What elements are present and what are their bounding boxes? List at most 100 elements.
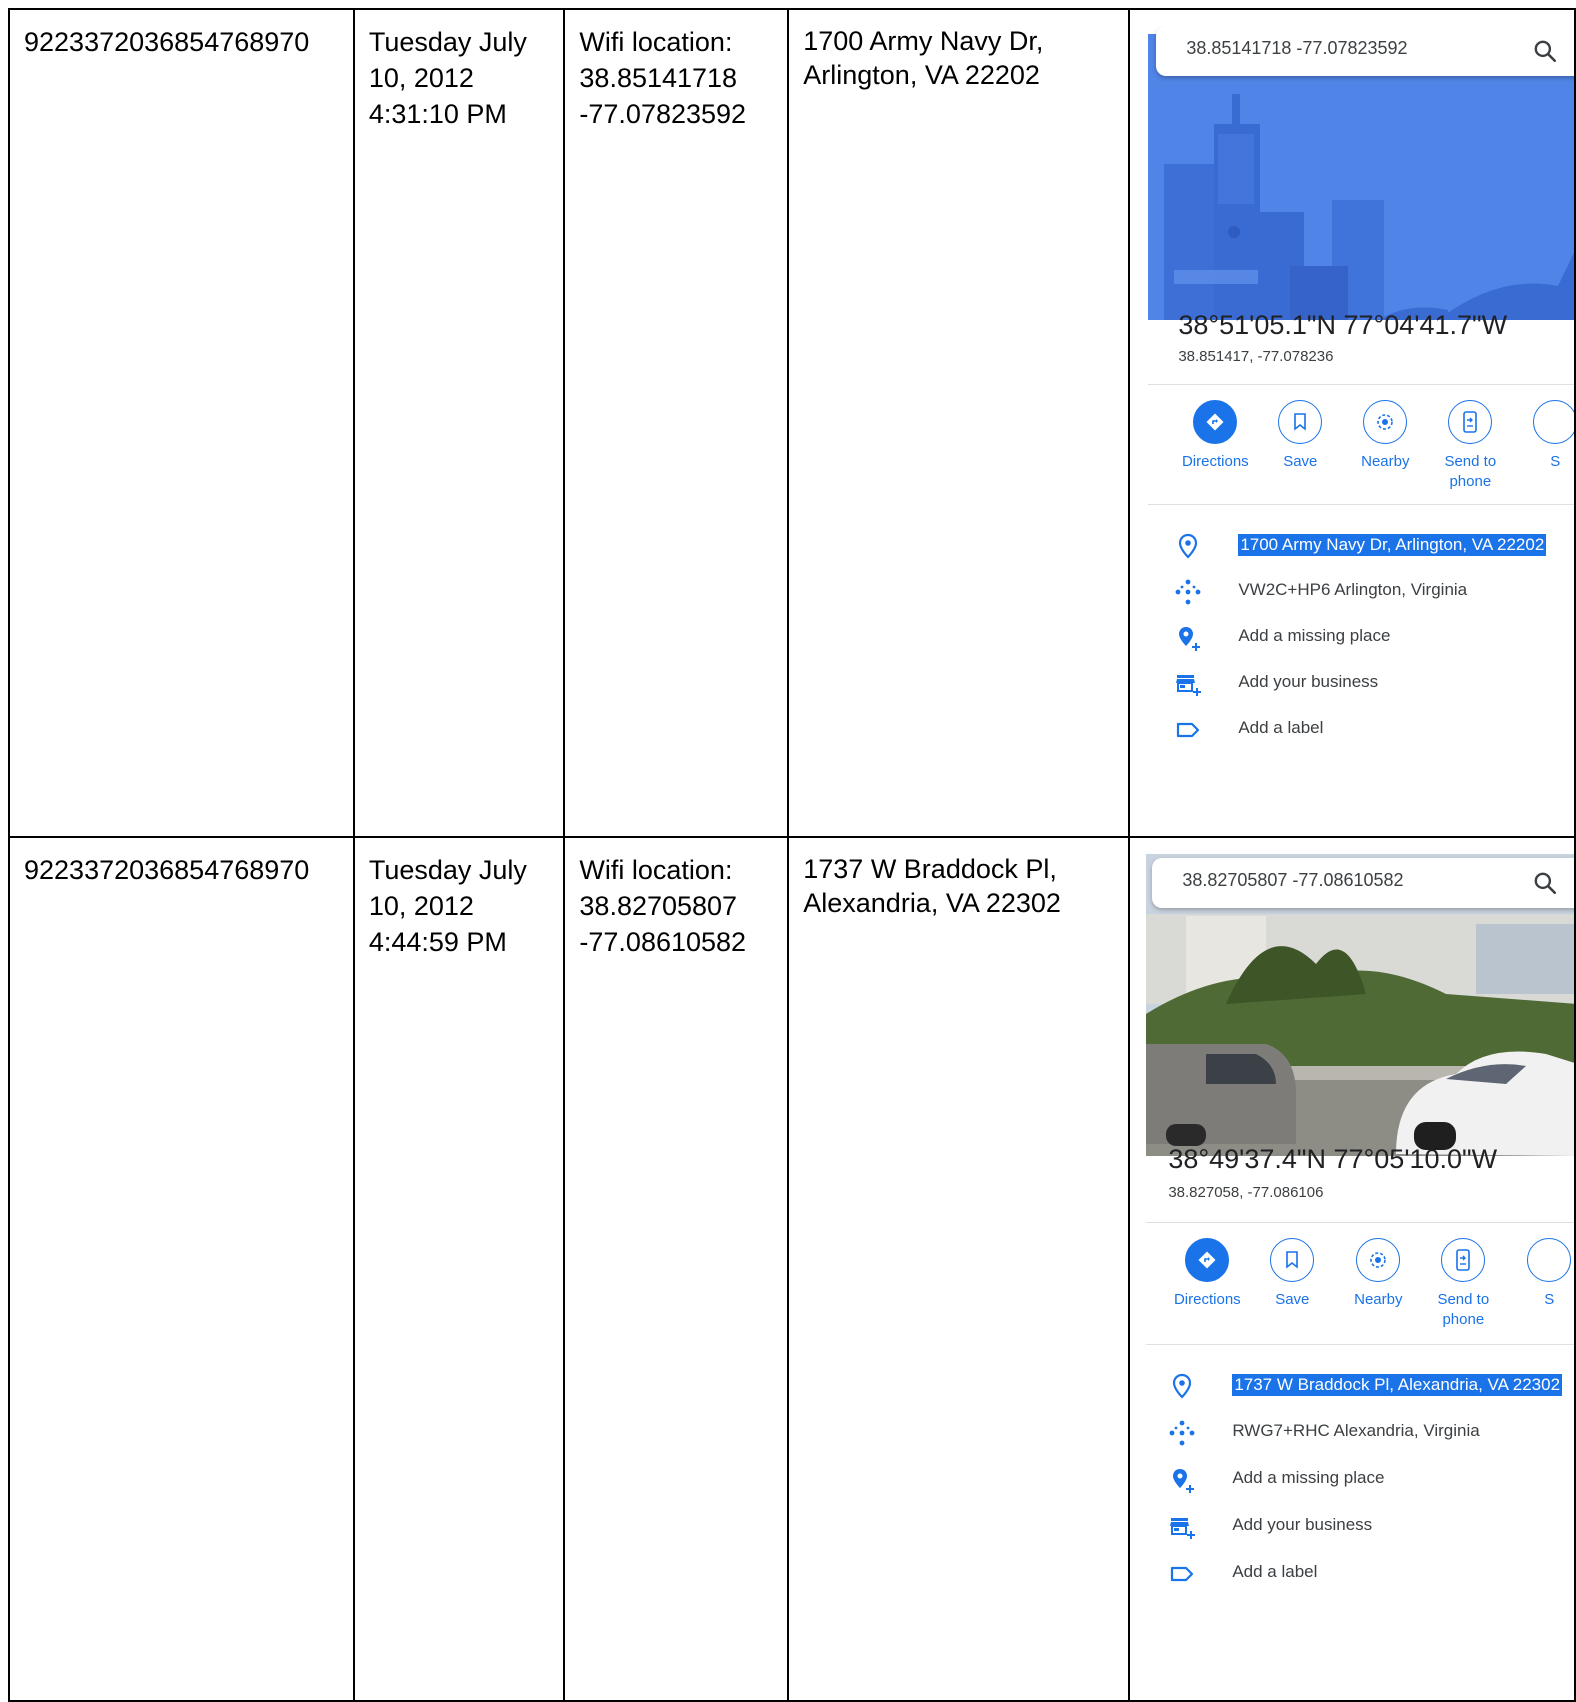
- add-label-text: Add a label: [1232, 1562, 1318, 1581]
- send-to-phone-button[interactable]: Send to phone: [1418, 1238, 1508, 1330]
- directions-button[interactable]: Directions: [1170, 400, 1260, 472]
- send-to-phone-icon[interactable]: [1448, 400, 1493, 444]
- add-business-text: Add your business: [1232, 1515, 1373, 1534]
- address-cell: 1737 W Braddock Pl, Alexandria, VA 22302: [787, 836, 1131, 1702]
- address-line: Arlington, VA 22202: [803, 60, 1040, 90]
- list-item[interactable]: Add a label: [1146, 1554, 1573, 1594]
- directions-label: Directions: [1173, 1291, 1241, 1308]
- address-line: 1737 W Braddock Pl,: [803, 854, 1057, 884]
- maps-panel: 38.85141718 -77.07823592 38°51'05.1"N 77…: [1148, 26, 1574, 816]
- add-place-icon: [1173, 1469, 1195, 1493]
- coordinates-decimal: 38.827058, -77.086106: [1168, 1184, 1324, 1201]
- plus-code-icon: [1175, 579, 1201, 605]
- wifi-cell: Wifi location: 38.82705807 -77.08610582: [563, 836, 790, 1702]
- list-item[interactable]: 1700 Army Navy Dr, Arlington, VA 22202: [1148, 526, 1573, 566]
- action-bar: Directions Save Nearby Send to phone S: [1148, 400, 1574, 510]
- label-icon: [1171, 1566, 1194, 1582]
- divider: [1146, 1344, 1574, 1345]
- send-to-phone-label: Send to phone: [1437, 1291, 1490, 1328]
- date-line: Tuesday July: [368, 27, 527, 57]
- bookmark-icon[interactable]: [1270, 1238, 1315, 1282]
- map-cell: 38.85141718 -77.07823592 38°51'05.1"N 77…: [1128, 8, 1576, 838]
- map-cell: 38.82705807 -77.08610582 38°49'37.4"N 77…: [1128, 836, 1576, 1702]
- wifi-longitude: -77.08610582: [579, 927, 747, 957]
- save-label: Save: [1275, 1291, 1310, 1308]
- divider: [1148, 504, 1574, 505]
- divider: [1148, 384, 1574, 385]
- share-button[interactable]: S: [1510, 400, 1574, 472]
- search-bar[interactable]: 38.82705807 -77.08610582: [1152, 858, 1574, 908]
- search-icon[interactable]: [1532, 870, 1558, 896]
- add-place-text: Add a missing place: [1238, 626, 1391, 645]
- time-line: 4:31:10 PM: [368, 99, 507, 129]
- coordinates-decimal: 38.851417, -77.078236: [1178, 348, 1334, 365]
- address-line: 1700 Army Navy Dr,: [803, 26, 1044, 56]
- datetime-cell: Tuesday July 10, 2012 4:31:10 PM: [352, 8, 566, 838]
- datetime-cell: Tuesday July 10, 2012 4:44:59 PM: [352, 836, 566, 1702]
- id-cell: 9223372036854768970: [8, 8, 355, 838]
- list-item[interactable]: VW2C+HP6 Arlington, Virginia: [1148, 572, 1573, 612]
- list-item[interactable]: Add a missing place: [1146, 1460, 1573, 1500]
- table-row: 9223372036854768970 Tuesday July 10, 201…: [8, 836, 1576, 1702]
- list-item[interactable]: 1737 W Braddock Pl, Alexandria, VA 22302: [1146, 1366, 1573, 1406]
- wifi-label: Wifi location:: [579, 855, 733, 885]
- share-icon[interactable]: [1527, 1238, 1572, 1282]
- time-line: 4:44:59 PM: [368, 927, 507, 957]
- list-item[interactable]: Add your business: [1146, 1507, 1573, 1547]
- location-table: 9223372036854768970 Tuesday July 10, 201…: [8, 8, 1576, 1702]
- directions-icon[interactable]: [1185, 1238, 1230, 1282]
- wifi-longitude: -77.07823592: [579, 99, 747, 129]
- wifi-latitude: 38.82705807: [579, 891, 738, 921]
- nearby-icon[interactable]: [1356, 1238, 1401, 1282]
- coordinates-title: 38°49'37.4"N 77°05'10.0"W: [1168, 1144, 1498, 1174]
- action-bar: Directions Save Nearby Send to phone S: [1146, 1238, 1573, 1348]
- nearby-label: Nearby: [1361, 453, 1410, 470]
- nearby-icon[interactable]: [1363, 400, 1408, 444]
- record-id: 9223372036854768970: [24, 855, 310, 885]
- address-text[interactable]: 1737 W Braddock Pl, Alexandria, VA 22302: [1232, 1374, 1563, 1396]
- plus-code-text: RWG7+RHC Alexandria, Virginia: [1232, 1421, 1480, 1440]
- address-text[interactable]: 1700 Army Navy Dr, Arlington, VA 22202: [1238, 534, 1547, 556]
- city-illustration: [1148, 34, 1574, 320]
- save-button[interactable]: Save: [1247, 1238, 1337, 1310]
- nearby-button[interactable]: Nearby: [1340, 400, 1430, 472]
- nearby-button[interactable]: Nearby: [1333, 1238, 1423, 1310]
- table-row: 9223372036854768970 Tuesday July 10, 201…: [8, 8, 1576, 838]
- id-cell: 9223372036854768970: [8, 836, 355, 1702]
- bookmark-icon[interactable]: [1278, 400, 1323, 444]
- save-label: Save: [1283, 453, 1318, 470]
- send-to-phone-icon[interactable]: [1441, 1238, 1486, 1282]
- send-to-phone-button[interactable]: Send to phone: [1425, 400, 1515, 492]
- share-label: S: [1544, 1291, 1555, 1308]
- directions-button[interactable]: Directions: [1162, 1238, 1252, 1310]
- share-icon[interactable]: [1533, 400, 1574, 444]
- list-item[interactable]: Add a label: [1148, 710, 1573, 750]
- list-item[interactable]: RWG7+RHC Alexandria, Virginia: [1146, 1413, 1573, 1453]
- search-input[interactable]: 38.85141718 -77.07823592: [1186, 38, 1407, 59]
- location-pin-icon: [1173, 1373, 1192, 1399]
- share-button[interactable]: S: [1504, 1238, 1573, 1310]
- date-line: 10, 2012: [368, 63, 474, 93]
- date-line: Tuesday July: [368, 855, 527, 885]
- share-label: S: [1550, 453, 1561, 470]
- list-item[interactable]: Add your business: [1148, 664, 1573, 704]
- nearby-label: Nearby: [1354, 1291, 1403, 1308]
- directions-icon[interactable]: [1193, 400, 1238, 444]
- add-label-text: Add a label: [1238, 718, 1324, 737]
- maps-panel: 38.82705807 -77.08610582 38°49'37.4"N 77…: [1146, 854, 1574, 1684]
- add-business-icon: [1170, 1518, 1196, 1539]
- plus-code-text: VW2C+HP6 Arlington, Virginia: [1238, 580, 1468, 599]
- search-icon[interactable]: [1532, 38, 1558, 64]
- address-cell: 1700 Army Navy Dr, Arlington, VA 22202: [787, 8, 1131, 838]
- add-place-icon: [1179, 627, 1201, 651]
- add-business-icon: [1176, 675, 1202, 696]
- save-button[interactable]: Save: [1255, 400, 1345, 472]
- label-icon: [1177, 722, 1200, 738]
- search-input[interactable]: 38.82705807 -77.08610582: [1182, 870, 1403, 891]
- divider: [1146, 1222, 1574, 1223]
- list-item[interactable]: Add a missing place: [1148, 618, 1573, 658]
- location-pin-icon: [1179, 533, 1198, 559]
- record-id: 9223372036854768970: [24, 27, 310, 57]
- search-bar[interactable]: 38.85141718 -77.07823592: [1156, 26, 1574, 76]
- wifi-cell: Wifi location: 38.85141718 -77.07823592: [563, 8, 790, 838]
